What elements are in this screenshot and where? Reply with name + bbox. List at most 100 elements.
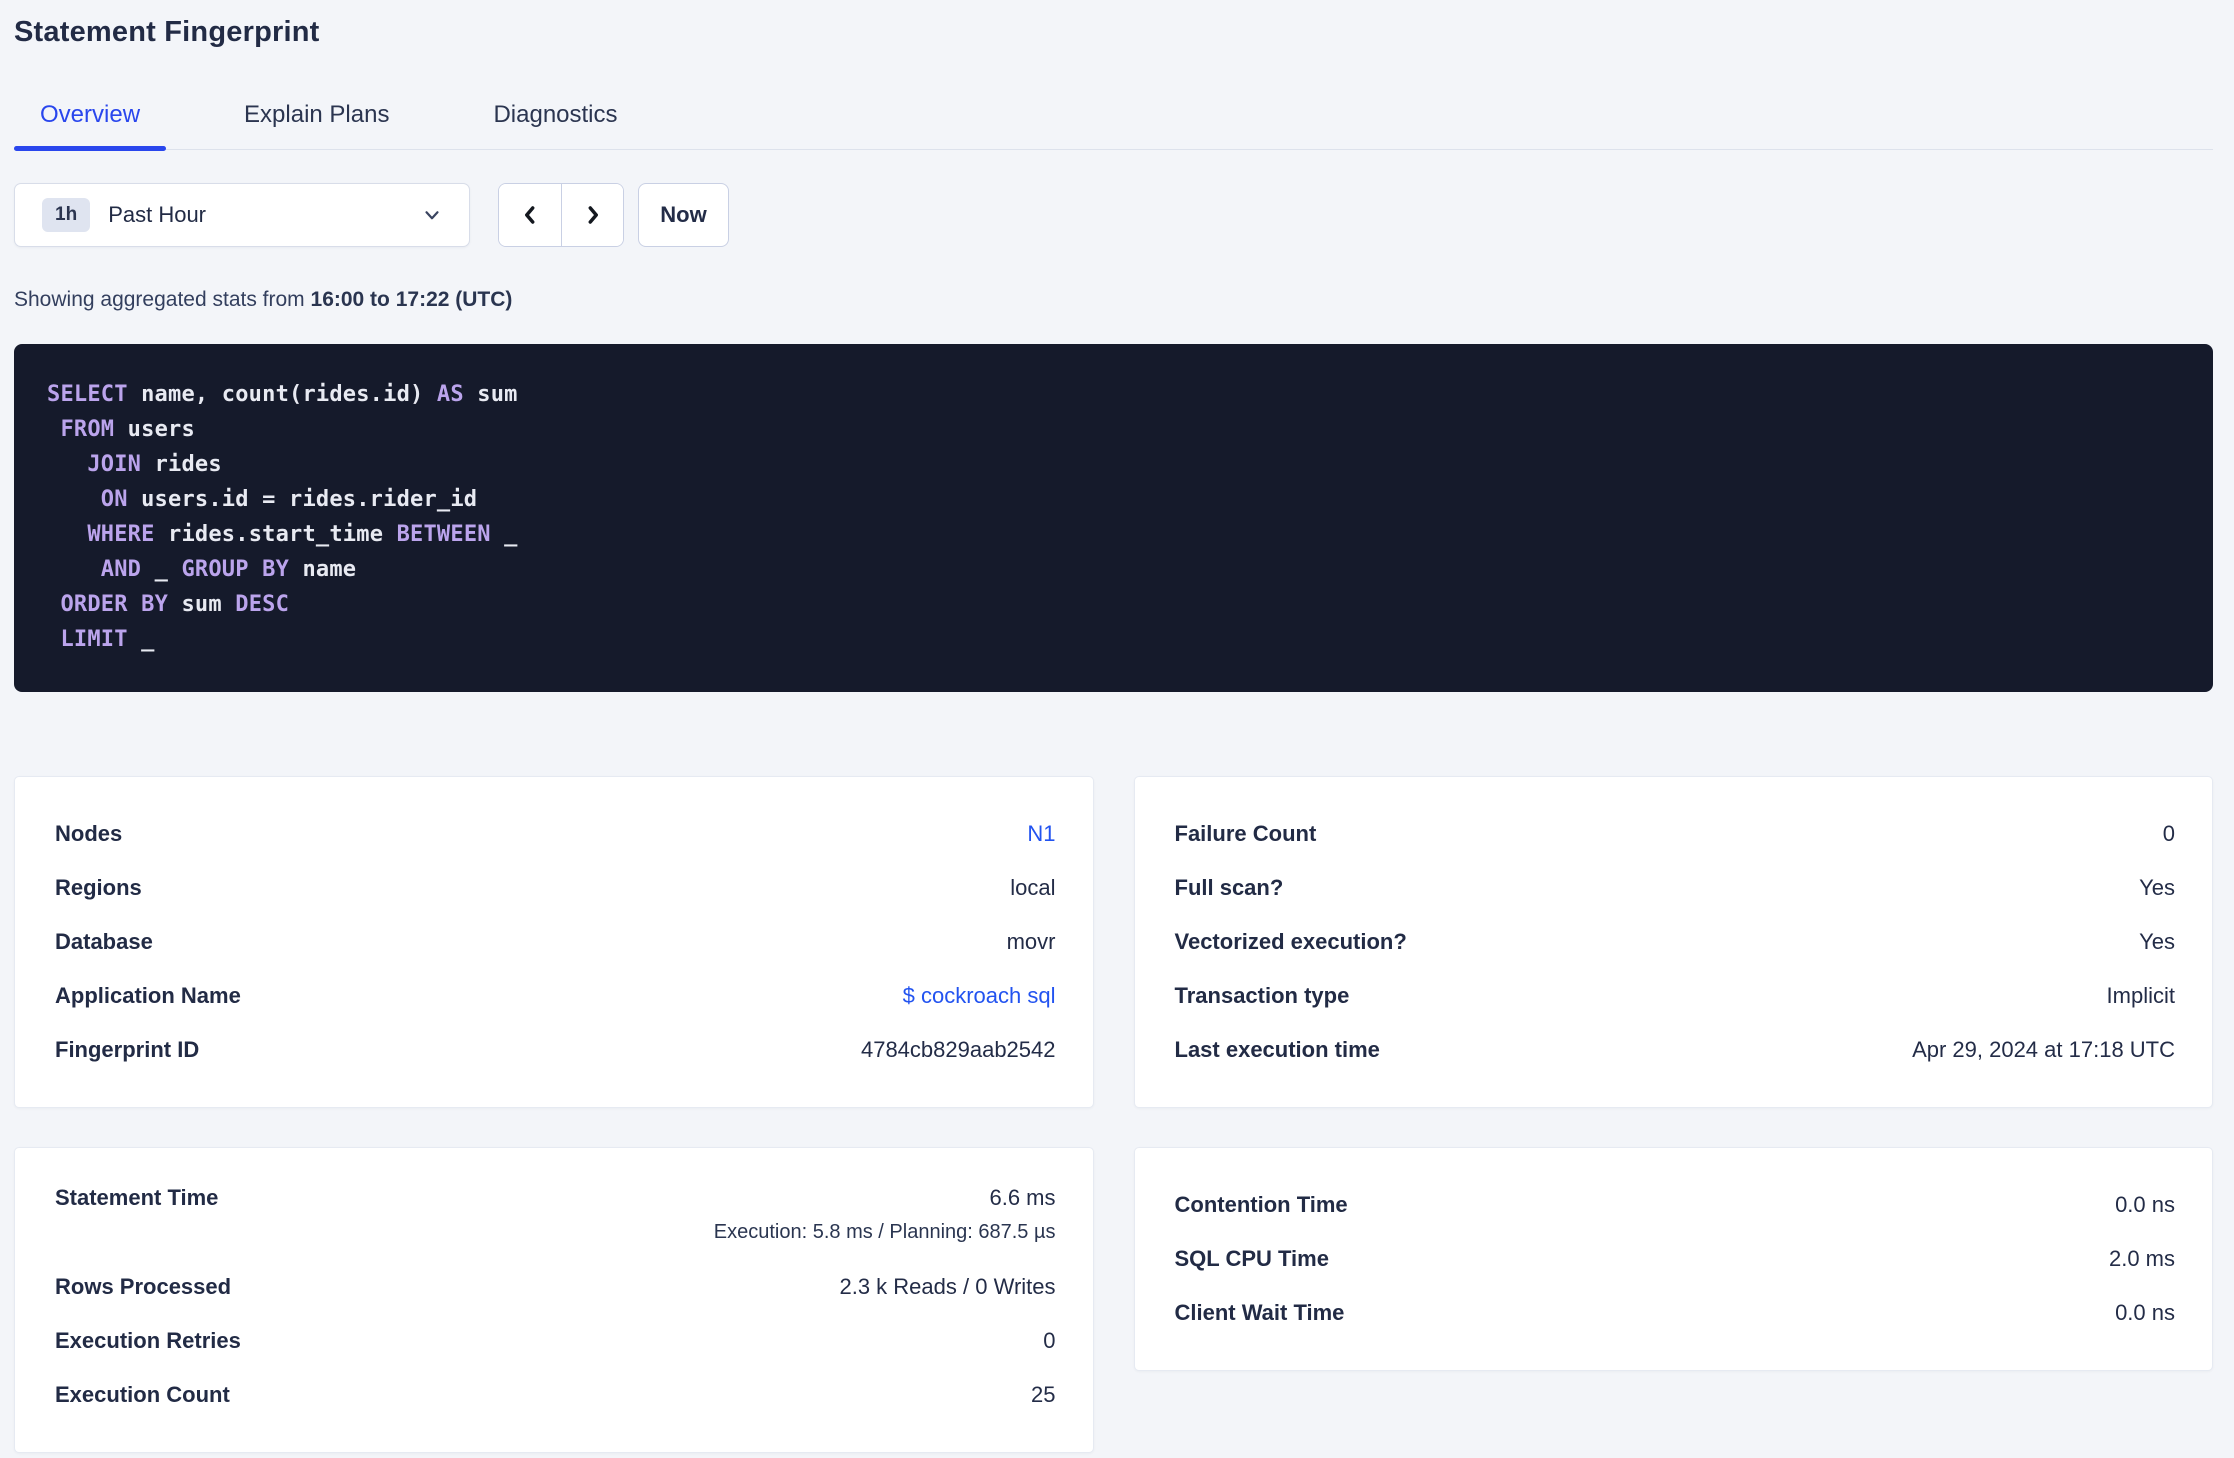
- sql-keyword: GROUP BY: [181, 557, 290, 582]
- detail-label: Full scan?: [1174, 875, 1284, 900]
- time-range-badge: 1h: [42, 198, 91, 232]
- chevron-left-icon: [525, 206, 535, 224]
- sql-code-line: AND _ GROUP BY name: [47, 552, 2180, 587]
- detail-value: Implicit: [2106, 983, 2175, 1008]
- sql-text: _: [490, 522, 518, 547]
- time-range-label: Past Hour: [108, 202, 207, 227]
- sql-keyword: AND: [100, 557, 142, 582]
- detail-value: 25: [1031, 1382, 1056, 1407]
- next-interval-button[interactable]: [561, 184, 623, 246]
- sql-keyword: WHERE: [87, 522, 155, 547]
- detail-value: 0.0 ns: [2115, 1300, 2175, 1325]
- detail-label: Database: [55, 929, 153, 954]
- detail-row: Statement Time 6.6 ms Execution: 5.8 ms / …: [55, 1178, 1056, 1246]
- detail-label: Nodes: [55, 821, 123, 846]
- sql-code-line: WHERE rides.start_time BETWEEN _: [47, 517, 2180, 552]
- detail-row: Contention Time 0.0 ns: [1175, 1178, 2176, 1232]
- detail-row: Rows Processed 2.3 k Reads / 0 Writes: [55, 1260, 1056, 1314]
- sql-text: users: [114, 417, 195, 442]
- detail-label: Statement Time: [55, 1185, 219, 1210]
- sql-code-line: ON users.id = rides.rider_id: [47, 482, 2180, 517]
- detail-value: 0: [2162, 821, 2175, 846]
- sql-text: name: [289, 557, 357, 582]
- detail-row: Last execution time Apr 29, 2024 at 17:18…: [1175, 1023, 2176, 1077]
- tab-explain-plans[interactable]: Explain Plans: [218, 101, 415, 149]
- sql-keyword: BETWEEN: [396, 522, 491, 547]
- chevron-down-icon: [425, 211, 439, 220]
- detail-label: Client Wait Time: [1174, 1300, 1345, 1325]
- detail-value: 0: [1043, 1328, 1056, 1353]
- sql-code-line: ORDER BY sum DESC: [47, 587, 2180, 622]
- detail-label: Failure Count: [1174, 821, 1317, 846]
- previous-interval-button[interactable]: [499, 184, 561, 246]
- stats-caption-prefix: Showing aggregated stats from: [14, 288, 311, 311]
- detail-row: Full scan? Yes: [1175, 861, 2176, 915]
- sql-keyword: AS: [436, 382, 464, 407]
- detail-value-group: 6.6 ms Execution: 5.8 ms / Planning: 687.…: [714, 1178, 1056, 1246]
- detail-label: Transaction type: [1174, 983, 1350, 1008]
- detail-value: 6.6 ms: [989, 1185, 1056, 1210]
- detail-row: Fingerprint ID 4784cb829aab2542: [55, 1023, 1056, 1077]
- detail-label: Rows Processed: [55, 1274, 232, 1299]
- sql-text: sum: [463, 382, 518, 407]
- detail-row: SQL CPU Time 2.0 ms: [1175, 1232, 2176, 1286]
- sql-text: users.id = rides.rider_id: [127, 487, 478, 512]
- detail-label: Regions: [55, 875, 142, 900]
- detail-value: 0.0 ns: [2115, 1192, 2175, 1217]
- chevron-right-icon: [588, 206, 598, 224]
- detail-row: Execution Count 25: [55, 1368, 1056, 1422]
- execution-attributes-card: Failure Count 0 Full scan? Yes Vectorized ex…: [1133, 776, 2213, 1108]
- detail-value: 2.0 ms: [2108, 1246, 2175, 1271]
- sql-keyword: JOIN: [87, 452, 142, 477]
- now-button[interactable]: Now: [638, 183, 729, 247]
- sql-keyword: FROM: [60, 417, 115, 442]
- detail-value: 2.3 k Reads / 0 Writes: [839, 1274, 1056, 1299]
- detail-label: Execution Count: [55, 1382, 230, 1407]
- detail-label: Fingerprint ID: [55, 1037, 200, 1062]
- sql-text: rides: [141, 452, 222, 477]
- sql-code-line: SELECT name, count(rides.id) AS sum: [47, 377, 2180, 412]
- detail-row: Execution Retries 0: [55, 1314, 1056, 1368]
- sql-text: _: [141, 557, 182, 582]
- detail-value: Apr 29, 2024 at 17:18 UTC: [1912, 1037, 2175, 1062]
- tab-overview[interactable]: Overview: [14, 101, 167, 151]
- detail-value-link[interactable]: N1: [1027, 821, 1055, 847]
- detail-row: Nodes N1: [55, 807, 1056, 861]
- detail-row: Application Name $ cockroach sql: [55, 969, 1056, 1023]
- detail-value: movr: [1006, 929, 1056, 954]
- detail-label: SQL CPU Time: [1174, 1246, 1329, 1271]
- sql-keyword: ON: [100, 487, 128, 512]
- time-step-group: [498, 183, 624, 247]
- overview-cards-row: Nodes N1 Regions local Database movr Applicati…: [14, 776, 2213, 1108]
- tab-diagnostics[interactable]: Diagnostics: [467, 101, 643, 149]
- detail-label: Contention Time: [1174, 1192, 1348, 1217]
- detail-label: Vectorized execution?: [1174, 929, 1407, 954]
- aggregated-stats-caption: Showing aggregated stats from 16:00 to 1…: [14, 288, 2213, 312]
- sql-keyword: LIMIT: [60, 627, 128, 652]
- detail-label: Execution Retries: [55, 1328, 241, 1353]
- wait-timing-card: Contention Time 0.0 ns SQL CPU Time 2.0 ms C…: [1133, 1147, 2213, 1371]
- detail-row: Client Wait Time 0.0 ns: [1175, 1286, 2176, 1340]
- detail-value: 4784cb829aab2542: [860, 1037, 1056, 1062]
- tab-bar: Overview Explain Plans Diagnostics: [14, 101, 2213, 151]
- timing-cards-row: Statement Time 6.6 ms Execution: 5.8 ms / …: [14, 1147, 2213, 1453]
- sql-statement-box: SELECT name, count(rides.id) AS sum FROM…: [14, 344, 2213, 692]
- statement-fingerprint-page: Statement Fingerprint Overview Explain P…: [0, 0, 2234, 1458]
- stats-caption-range: 16:00 to 17:22 (UTC): [310, 288, 513, 311]
- sql-code-line: LIMIT _: [47, 622, 2180, 657]
- detail-value-link[interactable]: $ cockroach sql: [903, 983, 1056, 1009]
- detail-row: Transaction type Implicit: [1175, 969, 2176, 1023]
- sql-text: _: [127, 627, 155, 652]
- detail-row: Regions local: [55, 861, 1056, 915]
- time-range-select[interactable]: 1h Past Hour: [14, 183, 470, 247]
- sql-text: rides.start_time: [154, 522, 397, 547]
- sql-text: sum: [168, 592, 236, 617]
- detail-value: Yes: [2139, 929, 2175, 954]
- sql-code-line: JOIN rides: [47, 447, 2180, 482]
- time-picker-row: 1h Past Hour Now: [14, 183, 2213, 247]
- sql-keyword: ORDER BY: [60, 592, 169, 617]
